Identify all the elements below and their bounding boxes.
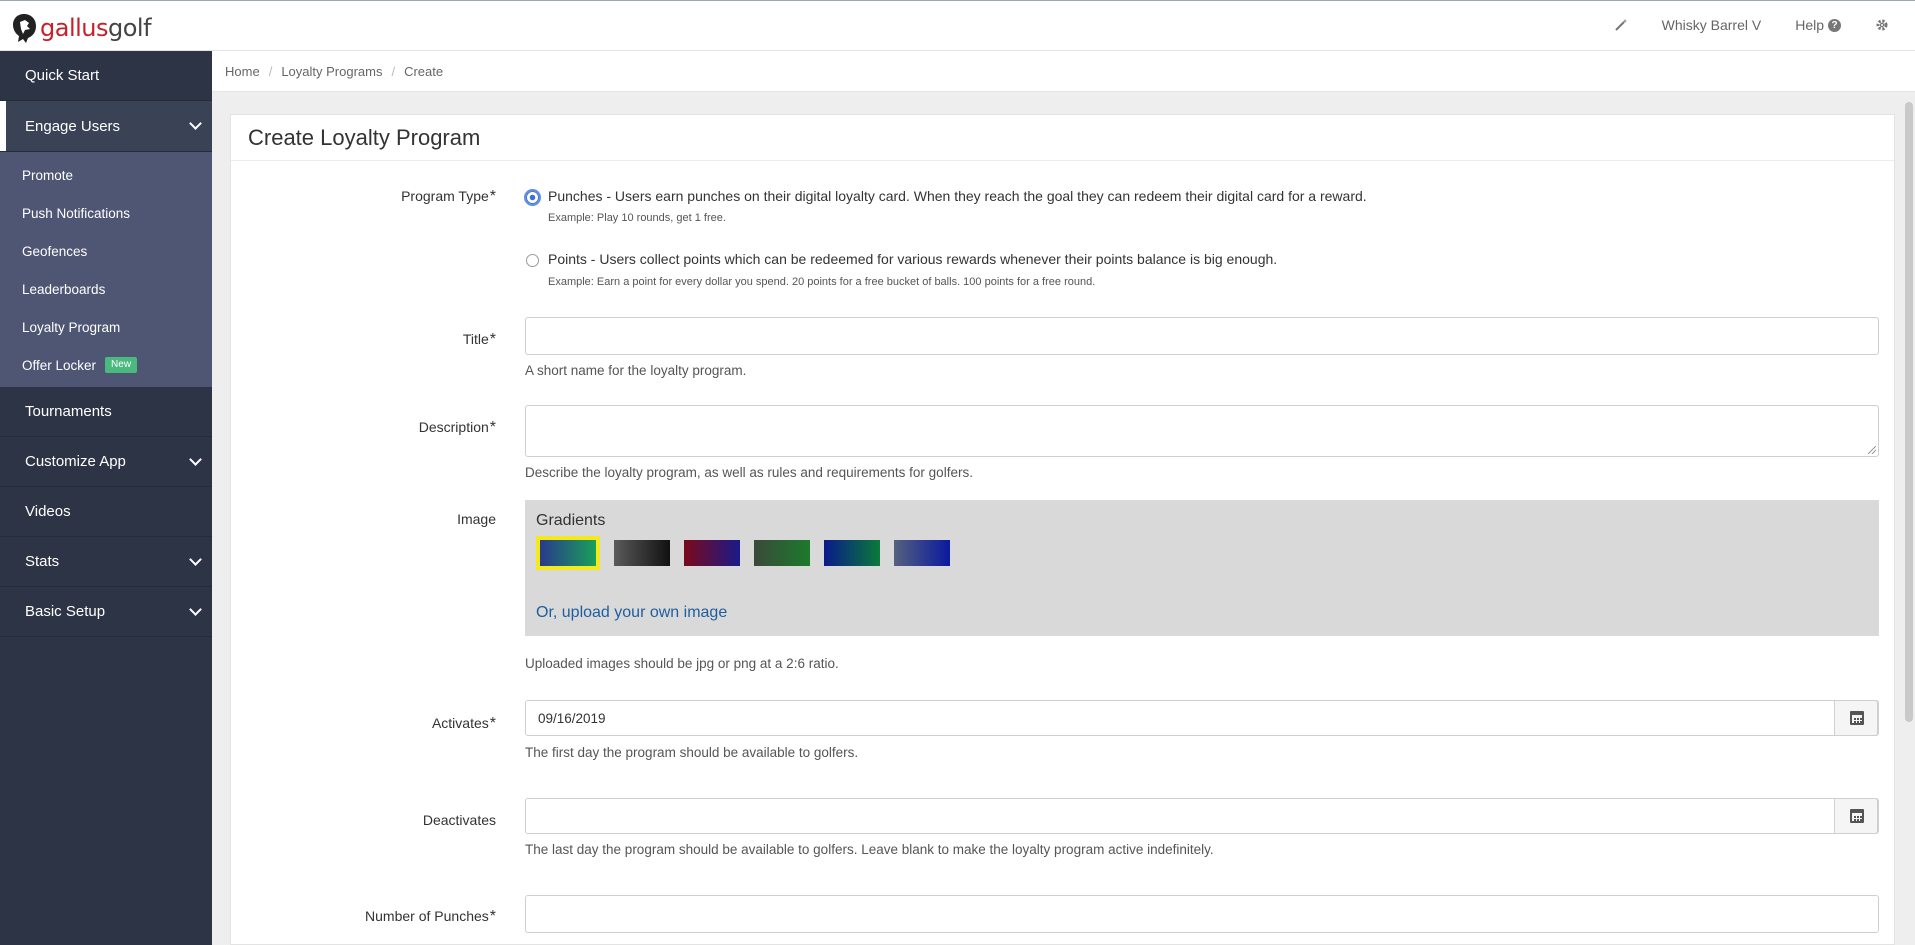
help-menu[interactable]: Help? <box>1795 17 1841 33</box>
magic-wand-icon[interactable] <box>1614 18 1628 32</box>
top-bar: gallusgolf Whisky Barrel V Help? <box>0 0 1915 51</box>
sidebar-item-basic-setup[interactable]: Basic Setup <box>0 587 212 637</box>
deactivates-help: The last day the program should be avail… <box>525 842 1214 857</box>
breadcrumb-create: Create <box>404 63 444 79</box>
help-label: Help <box>1795 17 1824 33</box>
description-label: Description* <box>418 419 496 436</box>
chevron-down-icon <box>189 602 202 616</box>
breadcrumb-loyalty-programs[interactable]: Loyalty Programs <box>281 64 382 79</box>
sidebar-item-videos[interactable]: Videos <box>0 487 212 537</box>
image-help: Uploaded images should be jpg or png at … <box>525 656 839 671</box>
page-scrollbar[interactable] <box>1905 102 1913 722</box>
new-badge: New <box>105 357 138 373</box>
gradients-title: Gradients <box>536 512 606 529</box>
deactivates-date-input[interactable] <box>525 798 1879 834</box>
gradient-swatch[interactable] <box>824 540 880 566</box>
gradient-swatch[interactable] <box>536 536 600 570</box>
calendar-icon <box>1850 809 1864 823</box>
page-title: Create Loyalty Program <box>231 115 1894 161</box>
sidebar-item-tournaments[interactable]: Tournaments <box>0 387 212 437</box>
upload-image-link[interactable]: Or, upload your own image <box>536 604 727 622</box>
brand-name: gallusgolf <box>40 14 152 42</box>
gradient-swatch[interactable] <box>614 540 670 566</box>
image-label: Image <box>457 511 496 527</box>
sidebar-subitem-loyalty-program[interactable]: Loyalty Program <box>0 308 212 346</box>
punches-input[interactable] <box>525 895 1879 933</box>
activates-label: Activates* <box>431 715 496 732</box>
deactivates-label: Deactivates <box>422 812 496 828</box>
punches-label: Number of Punches* <box>365 908 496 925</box>
gradient-swatch[interactable] <box>684 540 740 566</box>
deactivates-calendar-button[interactable] <box>1834 798 1878 834</box>
resize-handle-icon[interactable] <box>1868 446 1876 454</box>
sidebar-item-label: Tournaments <box>25 403 112 420</box>
activates-help: The first day the program should be avai… <box>525 745 859 760</box>
engage-users-submenu: Promote Push Notifications Geofences Lea… <box>0 152 212 387</box>
description-help: Describe the loyalty program, as well as… <box>525 465 973 480</box>
calendar-icon <box>1850 711 1864 725</box>
points-option-text: Points - Users collect points which can … <box>548 251 1278 267</box>
breadcrumb-home[interactable]: Home <box>225 64 260 79</box>
title-label: Title* <box>462 331 496 348</box>
sidebar-subitem-leaderboards[interactable]: Leaderboards <box>0 270 212 308</box>
sidebar-subitem-offer-locker[interactable]: Offer Locker New <box>0 346 212 384</box>
activates-date-input[interactable]: 09/16/2019 <box>525 700 1879 736</box>
points-radio[interactable] <box>526 254 539 267</box>
program-type-label: Program Type* <box>401 188 496 205</box>
sidebar-subitem-label: Offer Locker <box>22 357 97 373</box>
punches-radio[interactable] <box>526 191 539 204</box>
points-example: Example: Earn a point for every dollar y… <box>548 276 1096 288</box>
sidebar-item-label: Engage Users <box>25 117 121 135</box>
account-menu[interactable]: Whisky Barrel V <box>1662 17 1762 33</box>
chevron-down-icon <box>189 552 202 566</box>
sidebar-item-label: Customize App <box>25 453 126 470</box>
main-content: Home / Loyalty Programs / Create Create … <box>212 51 1915 945</box>
breadcrumb: Home / Loyalty Programs / Create <box>212 51 1915 92</box>
sidebar-item-quick-start[interactable]: Quick Start <box>0 51 212 101</box>
punches-option-text: Punches - Users earn punches on their di… <box>548 188 1367 204</box>
sidebar-item-customize-app[interactable]: Customize App <box>0 437 212 487</box>
title-input[interactable] <box>525 317 1879 355</box>
gear-icon[interactable] <box>1875 18 1889 32</box>
sidebar-item-label: Videos <box>25 503 71 520</box>
sidebar-subitem-push-notifications[interactable]: Push Notifications <box>0 194 212 232</box>
chevron-down-icon <box>189 452 202 466</box>
sidebar-item-engage-users[interactable]: Engage Users <box>0 101 212 152</box>
title-help: A short name for the loyalty program. <box>525 363 747 378</box>
question-icon: ? <box>1828 18 1841 32</box>
activates-calendar-button[interactable] <box>1834 700 1878 736</box>
sidebar-item-stats[interactable]: Stats <box>0 537 212 587</box>
gradient-swatch[interactable] <box>754 540 810 566</box>
lion-logo-icon <box>10 12 38 44</box>
sidebar-subitem-geofences[interactable]: Geofences <box>0 232 212 270</box>
sidebar-item-label: Basic Setup <box>25 603 106 620</box>
sidebar: Quick Start Engage Users Promote Push No… <box>0 51 212 945</box>
brand-logo[interactable]: gallusgolf <box>10 12 152 44</box>
image-picker: Gradients Or, upload your own image <box>525 500 1879 636</box>
chevron-down-icon <box>189 117 202 130</box>
create-card: Create Loyalty Program Program Type* Pun… <box>230 114 1895 945</box>
punches-example: Example: Play 10 rounds, get 1 free. <box>548 212 726 224</box>
sidebar-item-label: Quick Start <box>25 67 100 84</box>
activates-value: 09/16/2019 <box>538 710 606 726</box>
sidebar-subitem-promote[interactable]: Promote <box>0 156 212 194</box>
description-textarea[interactable] <box>525 405 1879 457</box>
sidebar-item-label: Stats <box>25 553 60 570</box>
gradient-swatch[interactable] <box>894 540 950 566</box>
